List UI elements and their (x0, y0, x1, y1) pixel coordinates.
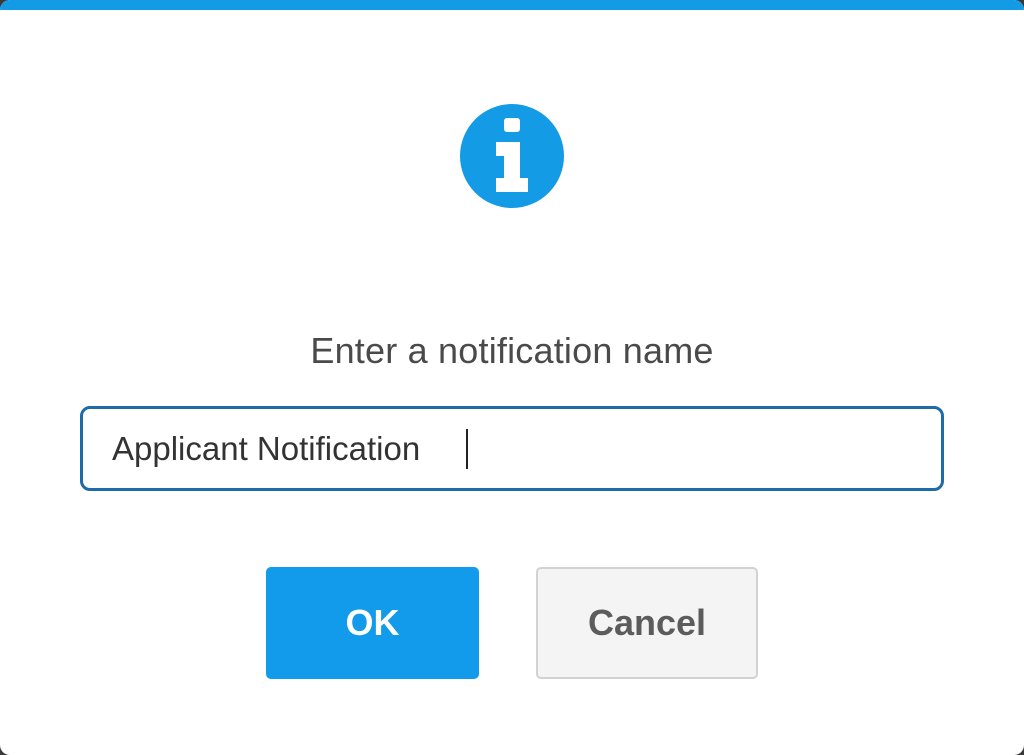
notification-name-input[interactable] (80, 406, 944, 491)
notification-name-dialog: Enter a notification name OK Cancel (0, 0, 1024, 755)
dialog-accent-bar (0, 0, 1024, 10)
info-circle-icon (460, 104, 564, 208)
text-caret (466, 429, 468, 469)
dialog-prompt: Enter a notification name (310, 330, 714, 371)
cancel-button[interactable]: Cancel (536, 567, 758, 679)
ok-button[interactable]: OK (266, 567, 479, 679)
